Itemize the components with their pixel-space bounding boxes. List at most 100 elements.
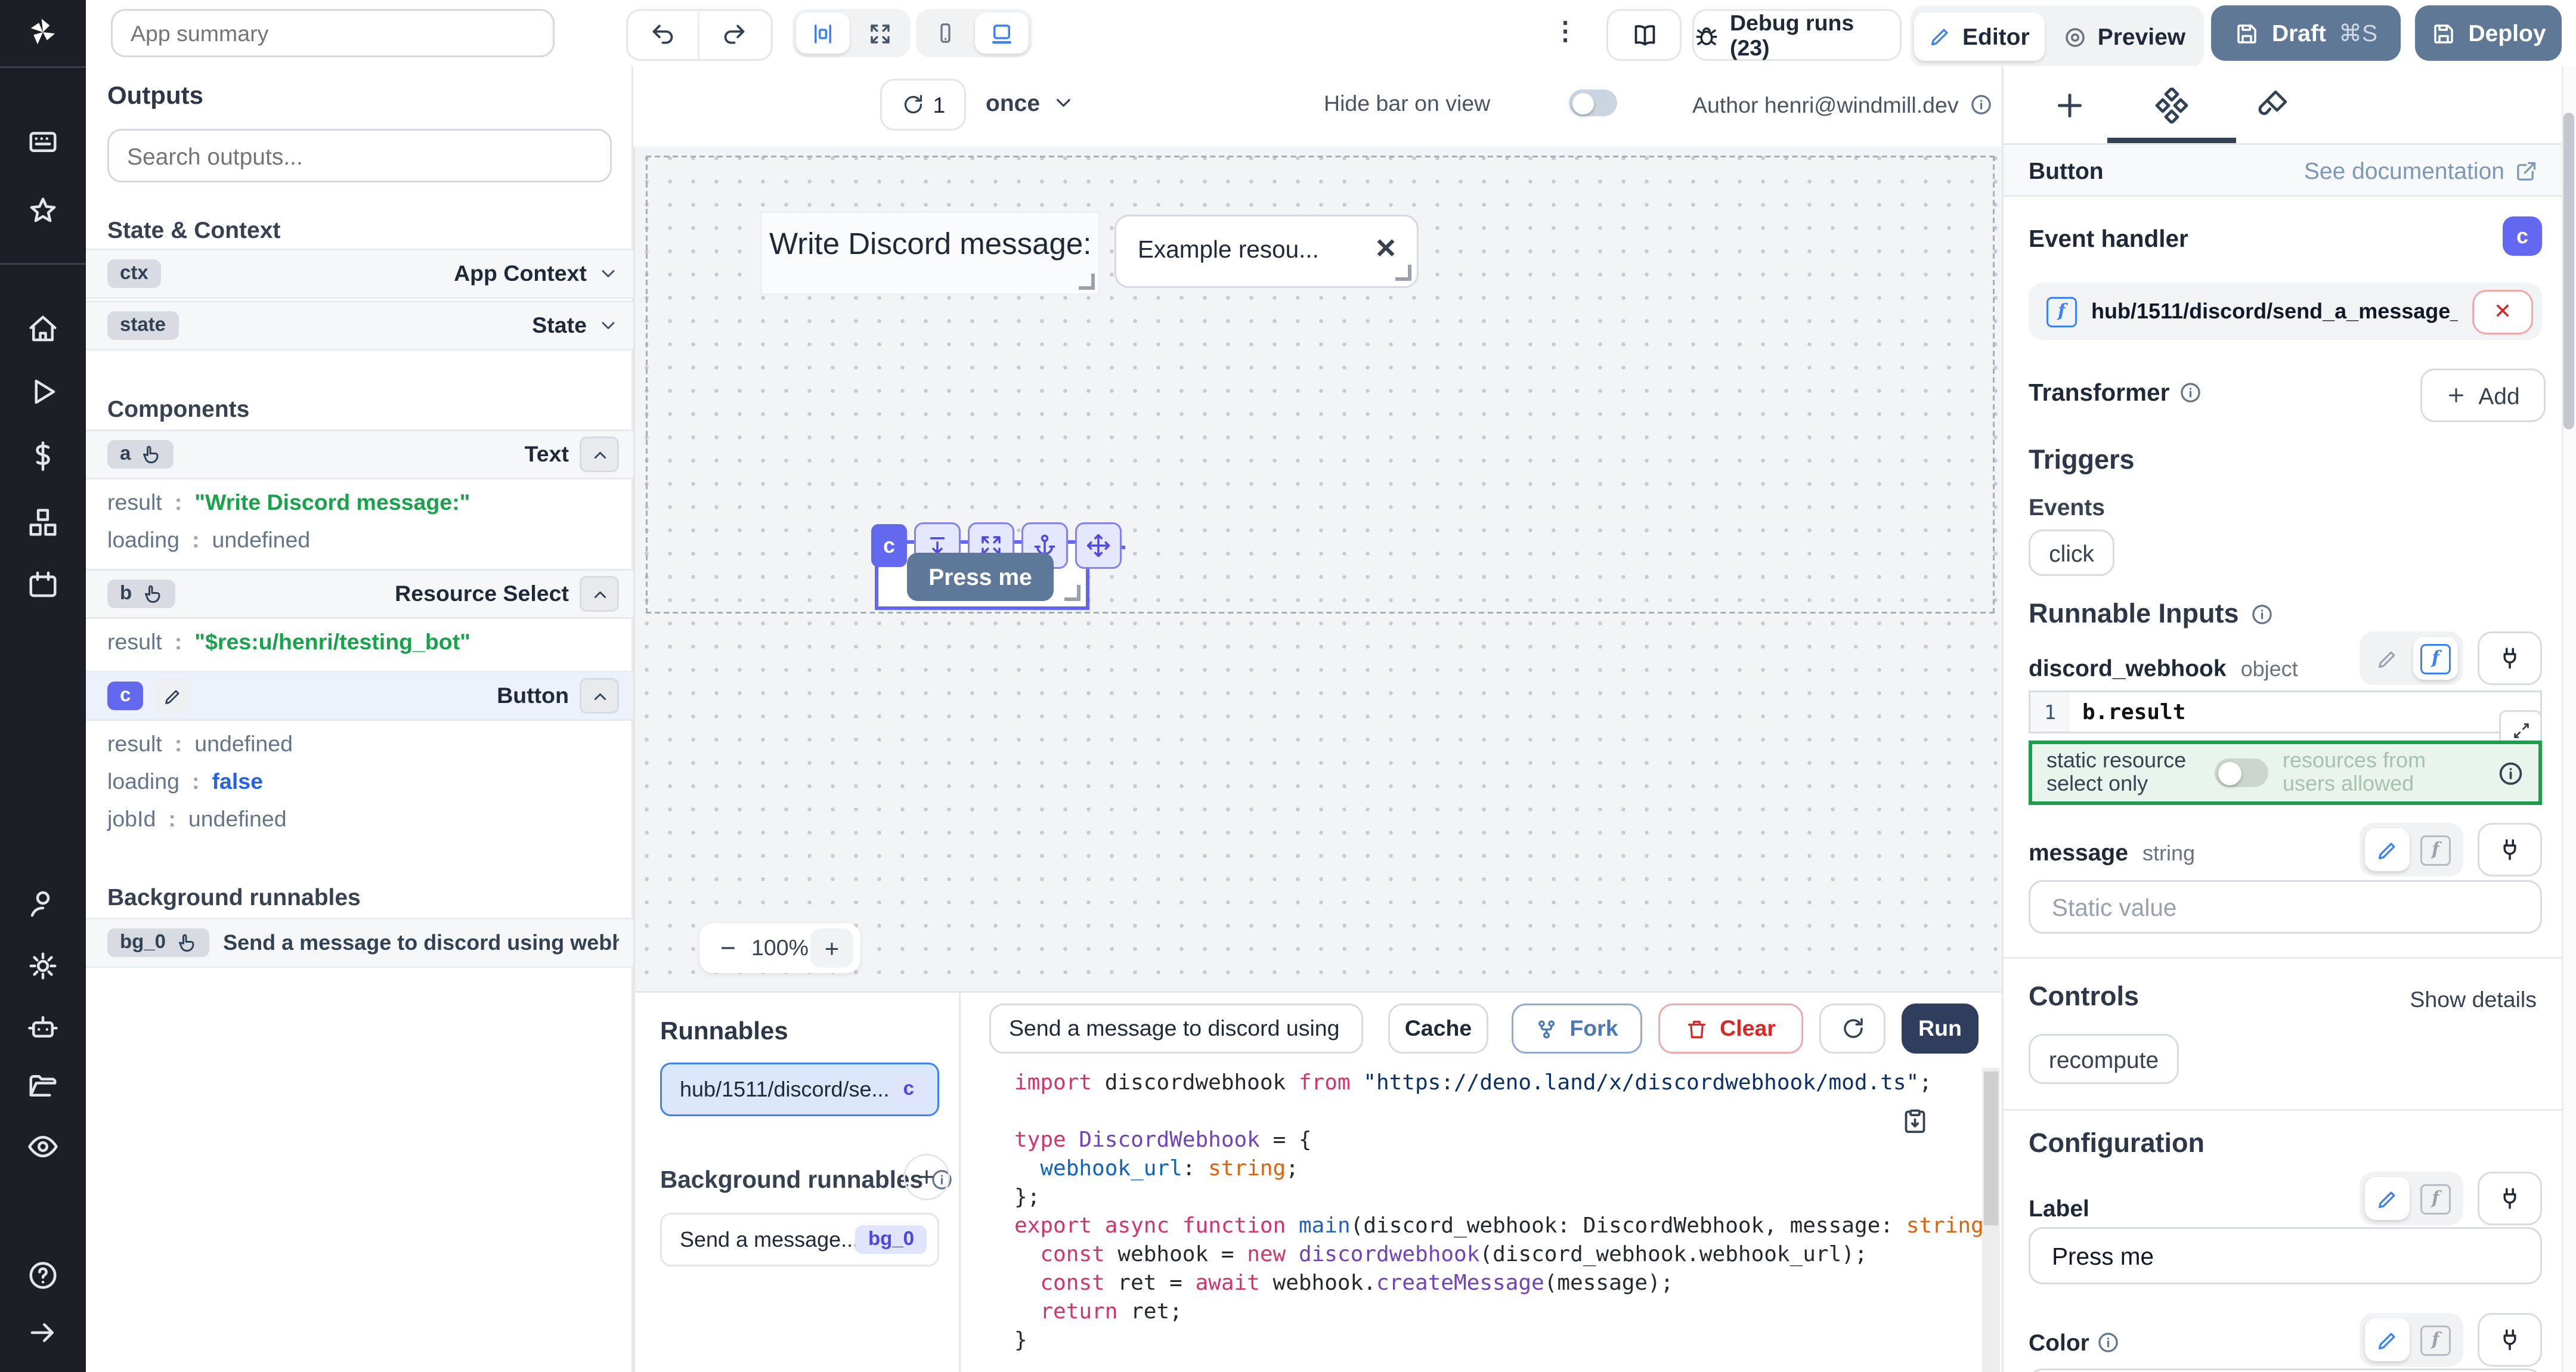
workers-icon[interactable] xyxy=(27,1011,59,1043)
output-row-bg0[interactable]: bg_0 Send a message to discord using web… xyxy=(86,918,633,968)
eval-mode-button[interactable]: f xyxy=(2413,1177,2458,1220)
component-settings-tab-icon[interactable] xyxy=(2154,88,2190,123)
center-layout-button[interactable] xyxy=(796,13,850,54)
app-summary-input[interactable] xyxy=(111,9,555,57)
eval-mode-button[interactable]: f xyxy=(2413,637,2458,680)
zoom-in-button[interactable]: + xyxy=(810,928,853,968)
variables-icon[interactable] xyxy=(27,440,59,472)
info-icon[interactable] xyxy=(2250,603,2273,626)
code-editor[interactable]: import discordwebhook from "https://deno… xyxy=(961,1068,1982,1372)
tab-preview[interactable]: Preview xyxy=(2048,13,2200,61)
kebab-menu[interactable]: ⋮ xyxy=(1553,16,1580,47)
home-icon[interactable] xyxy=(27,313,59,345)
desktop-view-button[interactable] xyxy=(975,13,1029,54)
resize-handle[interactable] xyxy=(1064,585,1080,601)
clear-select-button[interactable]: ✕ xyxy=(1374,233,1397,265)
tab-editor[interactable]: Editor xyxy=(1914,13,2044,61)
connect-input-button[interactable] xyxy=(2478,631,2542,685)
app-canvas[interactable]: Write Discord message: Example resou... … xyxy=(633,147,2002,991)
star-icon[interactable] xyxy=(27,195,59,227)
run-button[interactable]: Run xyxy=(1902,1004,1979,1054)
fork-button[interactable]: Fork xyxy=(1512,1004,1642,1054)
redo-button[interactable] xyxy=(698,11,769,59)
remove-runnable-button[interactable]: ✕ xyxy=(2472,289,2533,334)
panel-scrollbar-thumb[interactable] xyxy=(2563,113,2574,429)
info-icon[interactable] xyxy=(2178,381,2202,404)
output-row-a[interactable]: a Text xyxy=(86,429,633,479)
click-event-badge[interactable]: click xyxy=(2029,529,2114,576)
runnable-name-input[interactable]: Send a message to discord using xyxy=(989,1004,1363,1054)
eval-mode-button[interactable]: f xyxy=(2413,1318,2458,1361)
resize-handle[interactable] xyxy=(1395,265,1411,281)
refresh-count-button[interactable]: 1 xyxy=(880,79,966,131)
event-handler-runnable[interactable]: f hub/1511/discord/send_a_message_... ✕ xyxy=(2029,283,2542,340)
static-mode-button[interactable] xyxy=(2365,637,2410,680)
show-details-link[interactable]: Show details xyxy=(2410,987,2537,1012)
debug-runs-button[interactable]: Debug runs (23) xyxy=(1692,9,1902,61)
background-runnable-item[interactable]: Send a message... bg_0 xyxy=(660,1213,939,1266)
static-mode-button[interactable] xyxy=(2365,1318,2410,1361)
output-row-ctx[interactable]: ctx App Context xyxy=(86,249,633,299)
apps-icon[interactable] xyxy=(27,125,59,157)
fullwidth-layout-button[interactable] xyxy=(853,13,907,54)
add-background-runnable-button[interactable]: + xyxy=(903,1154,950,1200)
undo-button[interactable] xyxy=(628,11,698,59)
text-component[interactable]: Write Discord message: xyxy=(760,211,1100,295)
static-mode-button[interactable] xyxy=(2365,1177,2410,1220)
users-icon[interactable] xyxy=(27,887,59,919)
deploy-button[interactable]: Deploy xyxy=(2415,5,2562,61)
hide-bar-toggle[interactable] xyxy=(1569,89,1617,116)
eval-mode-button[interactable]: f xyxy=(2413,828,2458,871)
resize-handle[interactable] xyxy=(1079,274,1095,290)
insert-component-tab-plus-icon[interactable] xyxy=(2052,88,2088,123)
collapse-a-button[interactable] xyxy=(580,436,619,472)
add-transformer-button[interactable]: Add xyxy=(2420,368,2546,422)
recompute-control-badge[interactable]: recompute xyxy=(2029,1034,2179,1084)
clear-button[interactable]: Clear xyxy=(1658,1004,1803,1054)
audit-eye-icon[interactable] xyxy=(27,1131,59,1163)
info-icon[interactable] xyxy=(2497,760,2524,786)
press-me-button[interactable]: Press me xyxy=(907,553,1054,601)
static-resource-toggle[interactable] xyxy=(2215,758,2268,787)
runnable-item-selected[interactable]: hub/1511/discord/se... c xyxy=(660,1063,939,1116)
settings-gear-icon[interactable] xyxy=(27,950,59,982)
color-value-input[interactable] xyxy=(2029,1368,2542,1372)
expand-rail-arrow-icon[interactable] xyxy=(27,1317,59,1349)
reload-code-button[interactable] xyxy=(1819,1004,1885,1054)
static-mode-button[interactable] xyxy=(2365,828,2410,871)
chevron-down-icon[interactable] xyxy=(597,315,619,336)
see-documentation-link[interactable]: See documentation xyxy=(2304,157,2538,184)
output-row-c[interactable]: c Button xyxy=(86,671,633,721)
search-outputs-input[interactable] xyxy=(107,129,612,182)
info-icon[interactable] xyxy=(2097,1331,2120,1354)
output-row-b[interactable]: b Resource Select xyxy=(86,569,633,619)
copy-icon[interactable] xyxy=(1902,1107,1928,1134)
collapse-c-button[interactable] xyxy=(580,678,619,714)
docs-button[interactable] xyxy=(1606,9,1682,61)
label-value-input[interactable]: Press me xyxy=(2029,1227,2542,1284)
help-icon[interactable] xyxy=(27,1259,59,1292)
cache-button[interactable]: Cache xyxy=(1388,1004,1488,1054)
message-static-value-input[interactable]: Static value xyxy=(2029,880,2542,934)
folders-icon[interactable] xyxy=(27,1070,59,1102)
collapse-b-button[interactable] xyxy=(580,576,619,612)
resources-icon[interactable] xyxy=(27,506,59,538)
expr-input[interactable]: 1 b.result xyxy=(2029,690,2542,733)
code-scrollbar-thumb[interactable] xyxy=(1984,1071,1998,1225)
zoom-out-button[interactable]: − xyxy=(707,933,750,964)
info-icon[interactable] xyxy=(1970,93,1993,116)
draft-button[interactable]: Draft ⌘S xyxy=(2211,5,2401,61)
edit-c-button[interactable] xyxy=(154,678,190,714)
mobile-view-button[interactable] xyxy=(919,13,971,54)
output-row-state[interactable]: state State xyxy=(86,301,633,351)
resource-select-component[interactable]: Example resou... ✕ xyxy=(1114,215,1419,288)
connect-input-button[interactable] xyxy=(2478,1313,2542,1367)
refresh-mode-select[interactable]: once xyxy=(986,79,1076,127)
schedules-icon[interactable] xyxy=(27,569,59,601)
connect-input-button[interactable] xyxy=(2478,823,2542,877)
chevron-down-icon[interactable] xyxy=(597,263,619,284)
runs-icon[interactable] xyxy=(27,376,59,408)
move-component-button[interactable] xyxy=(1075,522,1122,569)
styling-tab-brush-icon[interactable] xyxy=(2256,88,2290,122)
connect-input-button[interactable] xyxy=(2478,1172,2542,1225)
